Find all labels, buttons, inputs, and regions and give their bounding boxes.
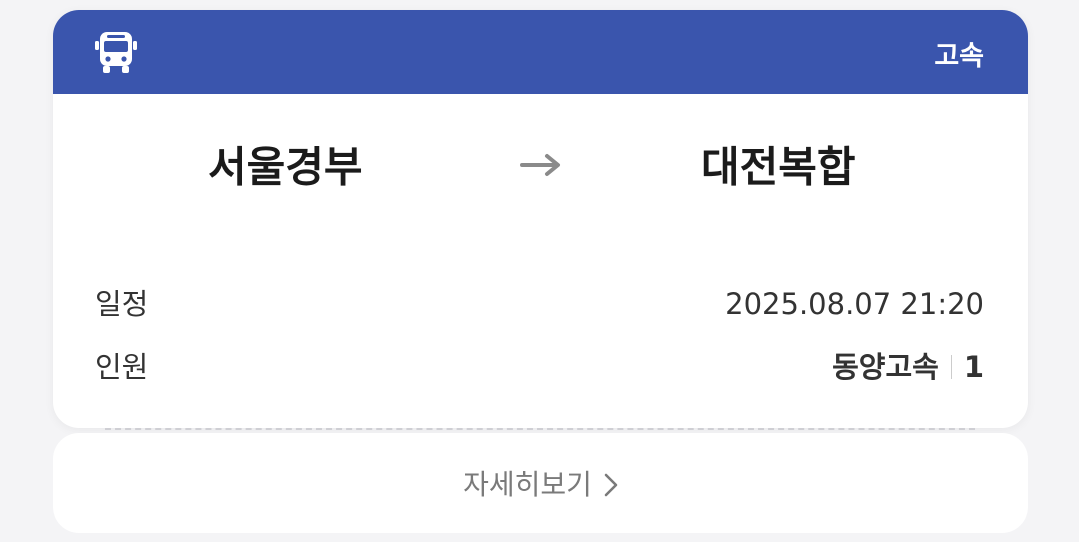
details-card[interactable]: 자세히보기: [53, 433, 1028, 533]
tear-line-divider: [105, 428, 975, 430]
bus-company: 동양고속: [832, 350, 939, 384]
passengers-value: 동양고속 1: [832, 347, 984, 387]
chevron-right-icon: [604, 473, 618, 497]
route: 서울경부 대전복합: [53, 94, 1028, 224]
schedule-label: 일정: [95, 287, 149, 321]
details-label: 자세히보기: [463, 468, 592, 501]
passengers-row: 인원 동양고속 1: [95, 347, 984, 387]
destination-terminal: 대전복합: [701, 142, 856, 192]
ticket-header: 고속: [53, 10, 1028, 94]
separator: [950, 355, 952, 379]
ticket-card: 고속 서울경부 대전복합 일정 2025.08.07 21:20 인원 동양고속…: [53, 10, 1028, 428]
details-link[interactable]: 자세히보기: [53, 463, 1028, 503]
bus-icon: [95, 32, 137, 73]
passenger-count: 1: [963, 350, 984, 384]
arrow-right-icon: [520, 154, 560, 176]
schedule-value: 2025.08.07 21:20: [725, 287, 984, 321]
schedule-row: 일정 2025.08.07 21:20: [95, 284, 984, 324]
origin-terminal: 서울경부: [208, 142, 363, 192]
bus-type-label: 고속: [934, 41, 984, 72]
passengers-label: 인원: [95, 350, 149, 384]
